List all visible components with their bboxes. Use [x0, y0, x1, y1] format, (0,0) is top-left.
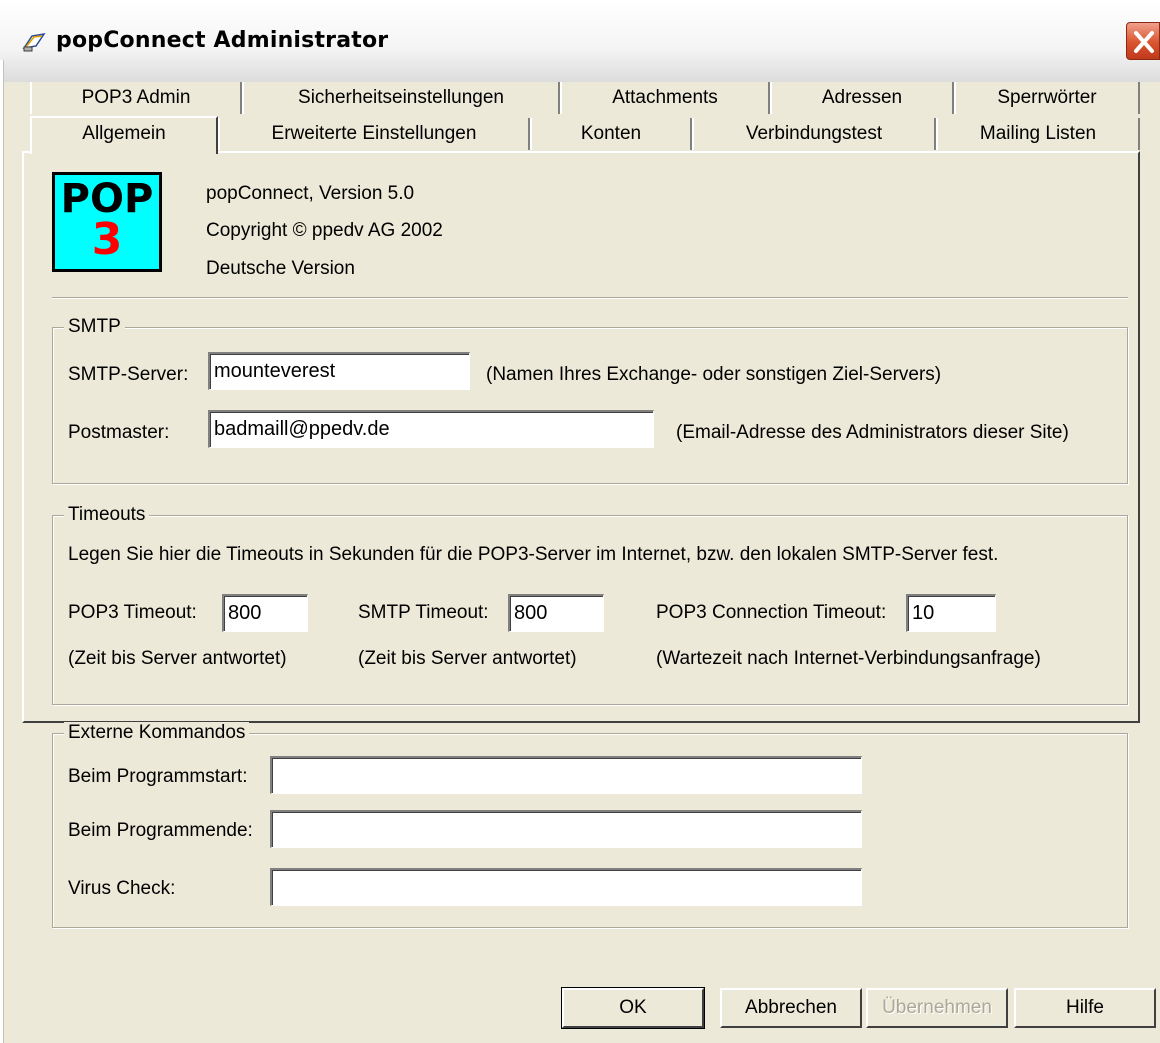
apply-button[interactable]: Übernehmen: [866, 988, 1008, 1028]
pop3-timeout-label: POP3 Timeout:: [68, 602, 197, 623]
virus-check-input[interactable]: [270, 868, 862, 906]
window-frame: [0, 60, 4, 1043]
smtp-server-label: SMTP-Server:: [68, 364, 189, 385]
external-commands-group-label: Externe Kommandos: [64, 722, 250, 744]
smtp-group-label: SMTP: [64, 316, 125, 338]
tab-erweiterte-einstellungen[interactable]: Erweiterte Einstellungen: [218, 118, 530, 150]
language-text: Deutsche Version: [206, 258, 355, 279]
tab-pop3-admin[interactable]: POP3 Admin: [30, 82, 242, 114]
virus-check-label: Virus Check:: [68, 878, 176, 899]
close-button[interactable]: [1126, 22, 1160, 60]
tab-allgemein[interactable]: Allgemein: [30, 116, 218, 154]
program-start-input[interactable]: [270, 756, 862, 794]
connection-timeout-input[interactable]: 10: [906, 594, 996, 632]
smtp-server-hint: (Namen Ihres Exchange- oder sonstigen Zi…: [486, 364, 942, 385]
smtp-timeout-hint: (Zeit bis Server antwortet): [358, 648, 577, 669]
tab-sicherheitseinstellungen[interactable]: Sicherheitseinstellungen: [242, 82, 560, 114]
title-bar[interactable]: popConnect Administrator: [0, 0, 1160, 82]
cancel-button[interactable]: Abbrechen: [720, 988, 862, 1028]
ok-button[interactable]: OK: [561, 987, 705, 1029]
smtp-timeout-label: SMTP Timeout:: [358, 602, 489, 623]
smtp-server-input[interactable]: mounteverest: [208, 352, 470, 390]
pop3-timeout-input[interactable]: 800: [222, 594, 308, 632]
connection-timeout-hint: (Wartezeit nach Internet-Verbindungsanfr…: [656, 648, 1041, 669]
postmaster-hint: (Email-Adresse des Administrators dieser…: [676, 422, 1069, 443]
app-icon: [22, 32, 46, 52]
version-text: popConnect, Version 5.0: [206, 183, 415, 204]
smtp-group: [52, 327, 1128, 484]
tab-strip: POP3 Admin Sicherheitseinstellungen Atta…: [30, 80, 1140, 154]
window-title: popConnect Administrator: [56, 28, 389, 53]
logo-text-3: 3: [91, 214, 123, 265]
tab-mailing-listen[interactable]: Mailing Listen: [936, 118, 1140, 150]
timeouts-group-label: Timeouts: [64, 504, 150, 526]
pop3-timeout-hint: (Zeit bis Server antwortet): [68, 648, 287, 669]
postmaster-input[interactable]: badmaill@ppedv.de: [208, 410, 654, 448]
copyright-text: Copyright © ppedv AG 2002: [206, 220, 443, 241]
tab-attachments[interactable]: Attachments: [560, 82, 770, 114]
separator: [52, 297, 1128, 299]
dialog-window: popConnect Administrator POP3 Admin Sich…: [0, 0, 1160, 1043]
tab-verbindungstest[interactable]: Verbindungstest: [692, 118, 936, 150]
program-end-label: Beim Programmende:: [68, 820, 253, 841]
program-start-label: Beim Programmstart:: [68, 766, 248, 787]
tab-adressen[interactable]: Adressen: [770, 82, 954, 114]
close-icon: [1134, 31, 1154, 53]
tab-konten[interactable]: Konten: [530, 118, 692, 150]
pop3-logo: POP 3: [52, 172, 162, 272]
postmaster-label: Postmaster:: [68, 422, 170, 443]
program-end-input[interactable]: [270, 810, 862, 848]
timeouts-description: Legen Sie hier die Timeouts in Sekunden …: [68, 544, 999, 565]
connection-timeout-label: POP3 Connection Timeout:: [656, 602, 887, 623]
help-button[interactable]: Hilfe: [1014, 988, 1156, 1028]
smtp-timeout-input[interactable]: 800: [508, 594, 604, 632]
tab-sperrwoerter[interactable]: Sperrwörter: [954, 82, 1140, 114]
